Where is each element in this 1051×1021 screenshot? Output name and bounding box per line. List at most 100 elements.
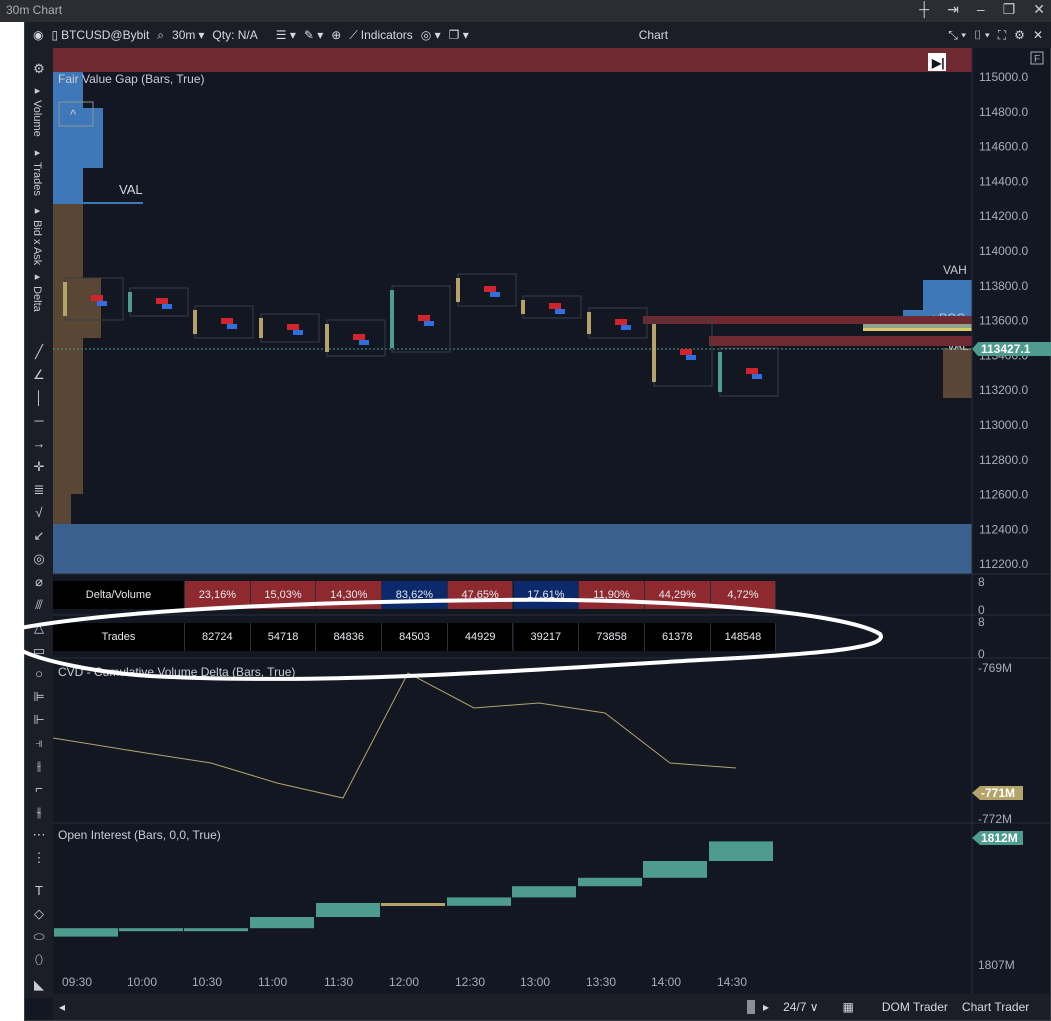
- price-tick-label: 114200.0: [979, 209, 1028, 223]
- time-tick-label: 14:30: [717, 975, 747, 989]
- cvd-current-label: -771M: [981, 786, 1015, 800]
- pin-icon[interactable]: ⇥: [947, 1, 959, 18]
- footprint-bid: [162, 304, 172, 309]
- fullscreen-icon[interactable]: ⛶: [998, 28, 1006, 43]
- footprint-ask: [746, 368, 758, 374]
- footprint-ask: [615, 319, 627, 325]
- tab-delta[interactable]: ▸ Delta: [31, 270, 44, 312]
- time-tick-label: 11:30: [324, 975, 353, 989]
- grid-dots-icon[interactable]: ⋮: [29, 849, 49, 867]
- profile-icon[interactable]: ⫲: [29, 757, 49, 775]
- oi-bar: [316, 903, 380, 917]
- symbol-selector[interactable]: ▯ BTCUSD@Bybit: [51, 28, 149, 42]
- price-tick-label: 113000.0: [979, 418, 1028, 432]
- vertical-line-icon[interactable]: │: [29, 389, 49, 407]
- price-tick-label: 113200.0: [979, 383, 1028, 397]
- cross-icon[interactable]: ✛: [29, 458, 49, 476]
- tag-icon[interactable]: ◇: [29, 905, 49, 923]
- arrow-down-left-icon[interactable]: ↙: [29, 527, 49, 545]
- settings-icon[interactable]: ⚙: [1014, 28, 1025, 42]
- label-icon[interactable]: ⬯: [29, 951, 49, 969]
- tab-volume[interactable]: ▸ Volume: [31, 84, 44, 137]
- settings-icon[interactable]: ⚙: [29, 60, 49, 78]
- crosshair-icon[interactable]: ◎ ▾: [421, 28, 441, 42]
- oi-bar: [184, 928, 248, 932]
- target-icon[interactable]: ◎: [29, 550, 49, 568]
- vah-label: VAH: [943, 263, 967, 277]
- timeframe-selector[interactable]: 30m ▾: [172, 28, 204, 42]
- minimize-icon[interactable]: –: [977, 1, 985, 18]
- dots-icon[interactable]: ⋯: [29, 826, 49, 844]
- scroll-left-icon[interactable]: ◂: [59, 1000, 65, 1014]
- indicators-button[interactable]: ⟋ Indicators: [349, 28, 412, 43]
- camera-icon[interactable]: ⌷ ▾: [974, 28, 990, 43]
- scrollbar-thumb[interactable]: [747, 1000, 756, 1014]
- oi-title: Open Interest (Bars, 0,0, True): [58, 828, 221, 842]
- close-chart-icon[interactable]: ✕: [1033, 28, 1043, 42]
- price-tick-label: 115000.0: [979, 70, 1028, 84]
- curve-icon[interactable]: √: [29, 504, 49, 522]
- step-icon[interactable]: ⌐: [29, 780, 49, 798]
- text-icon[interactable]: T: [29, 882, 49, 900]
- symbol-label: BTCUSD@Bybit: [61, 28, 150, 42]
- time-tick-label: 09:30: [62, 975, 92, 989]
- session-selector[interactable]: 24/7 ∨: [783, 1000, 818, 1014]
- tab-volume-label: Volume: [31, 100, 43, 137]
- crosshair-sync-icon[interactable]: ┼: [919, 1, 929, 18]
- zoom-icon[interactable]: ⊕: [331, 28, 341, 42]
- candle-tool-icon[interactable]: ⫳: [29, 803, 49, 821]
- oi-axis-bottom: 1807M: [978, 958, 1015, 972]
- fvg-indicator-title: Fair Value Gap (Bars, True): [58, 72, 205, 86]
- footprint-ask: [680, 349, 692, 355]
- price-tick-label: 113600.0: [979, 314, 1028, 328]
- expand-icon[interactable]: ◣: [29, 976, 49, 994]
- angle-tool-icon[interactable]: ∠: [29, 366, 49, 384]
- oi-bar: [250, 917, 314, 929]
- arrow-icon[interactable]: →: [29, 435, 49, 453]
- draw-pen-icon[interactable]: ✎ ▾: [304, 28, 323, 42]
- footprint-body: [587, 312, 591, 334]
- chart-toolbar: ◉ ▯ BTCUSD@Bybit ⌕ 30m ▾ Qty: N/A ☰ ▾ ✎ ▾…: [25, 22, 1051, 48]
- fvg-zone-top: [53, 48, 972, 72]
- footprint-bid: [752, 374, 762, 379]
- templates-icon[interactable]: ❐ ▾: [449, 28, 469, 42]
- tab-trades[interactable]: ▸ Trades: [31, 146, 44, 196]
- collapse-icon[interactable]: ⤡ ▾: [948, 28, 966, 43]
- footprint-body: [63, 282, 67, 316]
- close-icon[interactable]: ✕: [1033, 1, 1045, 18]
- callout-icon[interactable]: ⬭: [29, 928, 49, 946]
- tab-delta-label: Delta: [31, 286, 43, 312]
- chart-canvas[interactable]: ^ VAL Fair Value Gap (Bars, True) 115000…: [53, 48, 1051, 994]
- line-tool-icon[interactable]: ╱: [29, 343, 49, 361]
- app-logo-icon: ◉: [33, 28, 44, 42]
- footprint-body: [259, 318, 263, 338]
- chart-trader-button[interactable]: Chart Trader: [962, 1000, 1029, 1014]
- ruler-icon[interactable]: ⌀: [29, 573, 49, 591]
- price-tick-label: 112200.0: [979, 557, 1028, 571]
- fvg-zone-low: [709, 336, 972, 346]
- price-tick-label: 112800.0: [979, 453, 1028, 467]
- bars-right-icon[interactable]: ⫣: [29, 734, 49, 752]
- footprint-ask: [549, 303, 561, 309]
- tab-bid-ask[interactable]: ▸ Bid x Ask: [31, 204, 44, 265]
- f-badge-label: F: [1034, 54, 1040, 65]
- footprint-body: [456, 278, 460, 302]
- time-tick-label: 13:30: [586, 975, 616, 989]
- calendar-icon[interactable]: ▦: [843, 1000, 854, 1014]
- restore-icon[interactable]: ❐: [1003, 1, 1016, 18]
- chart-type-icon[interactable]: ☰ ▾: [276, 28, 296, 42]
- footprint-ask: [418, 315, 430, 321]
- dom-trader-button[interactable]: DOM Trader: [882, 1000, 948, 1014]
- tab-bid-ask-label: Bid x Ask: [31, 220, 43, 266]
- qty-label[interactable]: Qty: N/A: [212, 28, 257, 42]
- scroll-right-icon[interactable]: ▸: [763, 1000, 769, 1014]
- price-axis: 115000.0 114800.0 114600.0 114400.0 114200.0…: [979, 70, 1028, 571]
- fib-icon[interactable]: ≣: [29, 481, 49, 499]
- footprint-body: [390, 290, 394, 348]
- tab-trades-label: Trades: [31, 162, 43, 196]
- bars-icon[interactable]: ⊩: [29, 711, 49, 729]
- search-icon[interactable]: ⌕: [157, 28, 164, 43]
- oi-current-label: 1812M: [981, 831, 1018, 845]
- horizontal-line-icon[interactable]: ─: [29, 412, 49, 430]
- footprint-ask: [156, 298, 168, 304]
